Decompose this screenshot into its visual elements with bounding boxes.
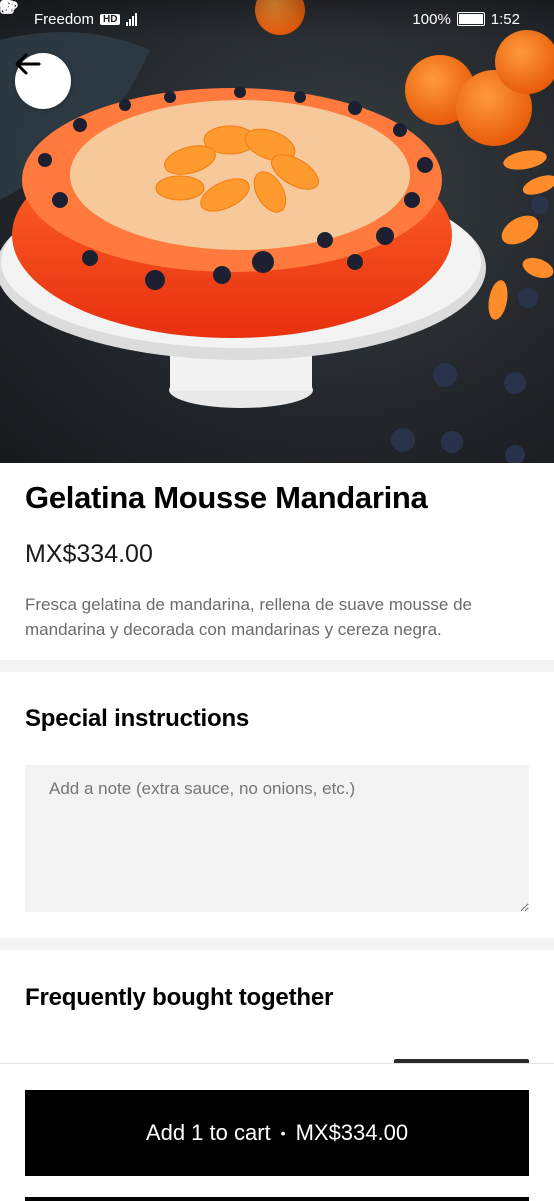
item-title: Gelatina Mousse Mandarina xyxy=(25,480,428,515)
item-price: MX$334.00 xyxy=(25,540,153,568)
hero-image: Freedom HD 100% 1:52 xyxy=(0,0,554,463)
next-button-peek xyxy=(25,1197,529,1201)
add-to-cart-price: MX$334.00 xyxy=(295,1120,409,1145)
status-bar: Freedom HD 100% 1:52 xyxy=(0,0,554,38)
frequently-bought-title: Frequently bought together xyxy=(25,984,334,1011)
bottom-cart-bar: Add 1 to cart • MX$334.00 xyxy=(0,1063,554,1201)
special-instructions-field[interactable] xyxy=(25,765,529,912)
battery-icon xyxy=(456,12,485,26)
signal-icon xyxy=(126,12,138,26)
carrier-name: Freedom xyxy=(34,10,95,28)
back-button[interactable] xyxy=(15,53,71,109)
add-to-cart-label: Add 1 to cart xyxy=(145,1120,271,1145)
separator-dot: • xyxy=(280,1125,286,1141)
clock-time: 1:52 xyxy=(490,10,520,28)
item-description: Fresca gelatina de mandarina, rellena de… xyxy=(25,595,472,639)
hd-badge: HD xyxy=(100,13,121,25)
add-to-cart-button[interactable]: Add 1 to cart • MX$334.00 xyxy=(25,1090,529,1176)
section-divider xyxy=(0,938,554,950)
battery-percent: 100% xyxy=(412,10,451,28)
section-divider xyxy=(0,660,554,672)
special-instructions-title: Special instructions xyxy=(25,705,250,732)
cake-illustration xyxy=(0,0,554,463)
